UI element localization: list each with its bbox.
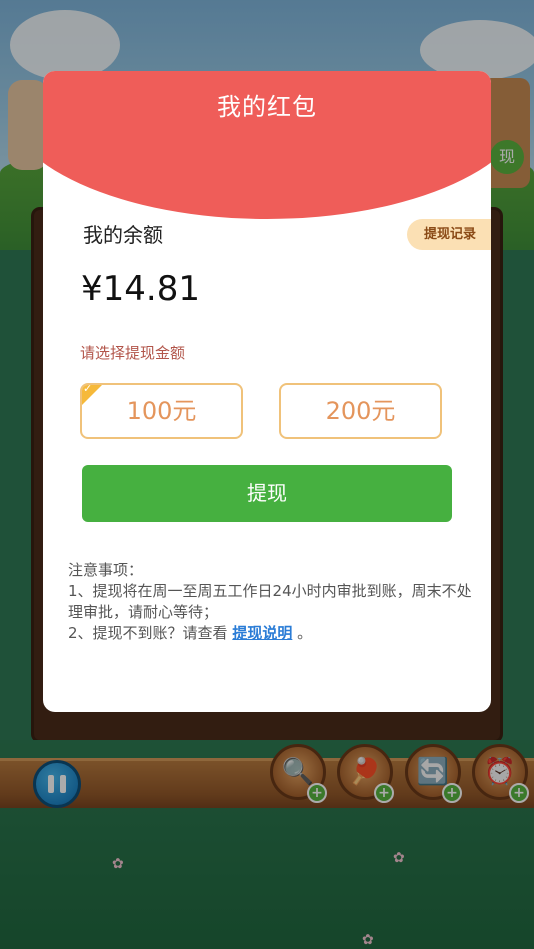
amount-option-label: 100元: [126, 397, 197, 425]
balance-value: ¥14.81: [81, 269, 200, 309]
amount-option-200[interactable]: 200元: [279, 383, 442, 439]
balance-label: 我的余额: [83, 223, 163, 247]
notes-line-2-prefix: 2、提现不到账？请查看: [68, 624, 233, 642]
notes-section: 注意事项： 1、提现将在周一至周五工作日24小时内审批到账，周末不处理审批，请耐…: [68, 560, 473, 644]
notes-line-2: 2、提现不到账？请查看 提现说明 。: [68, 623, 473, 644]
amount-option-label: 200元: [325, 397, 396, 425]
check-icon: ✓: [83, 383, 93, 395]
notes-title: 注意事项：: [68, 561, 144, 579]
notes-line-1: 1、提现将在周一至周五工作日24小时内审批到账，周末不处理审批，请耐心等待；: [68, 582, 472, 621]
withdraw-instructions-link[interactable]: 提现说明: [232, 624, 292, 642]
red-packet-modal: 我的红包 我的余额 提现记录 ¥14.81 请选择提现金额 ✓ 100元 200…: [43, 71, 491, 712]
modal-title: 我的红包: [217, 93, 317, 121]
withdraw-record-button[interactable]: 提现记录: [407, 219, 491, 250]
amount-option-100[interactable]: ✓ 100元: [80, 383, 243, 439]
notes-line-2-suffix: 。: [292, 624, 313, 642]
withdraw-button[interactable]: 提现: [82, 465, 452, 522]
select-amount-label: 请选择提现金额: [80, 344, 186, 362]
